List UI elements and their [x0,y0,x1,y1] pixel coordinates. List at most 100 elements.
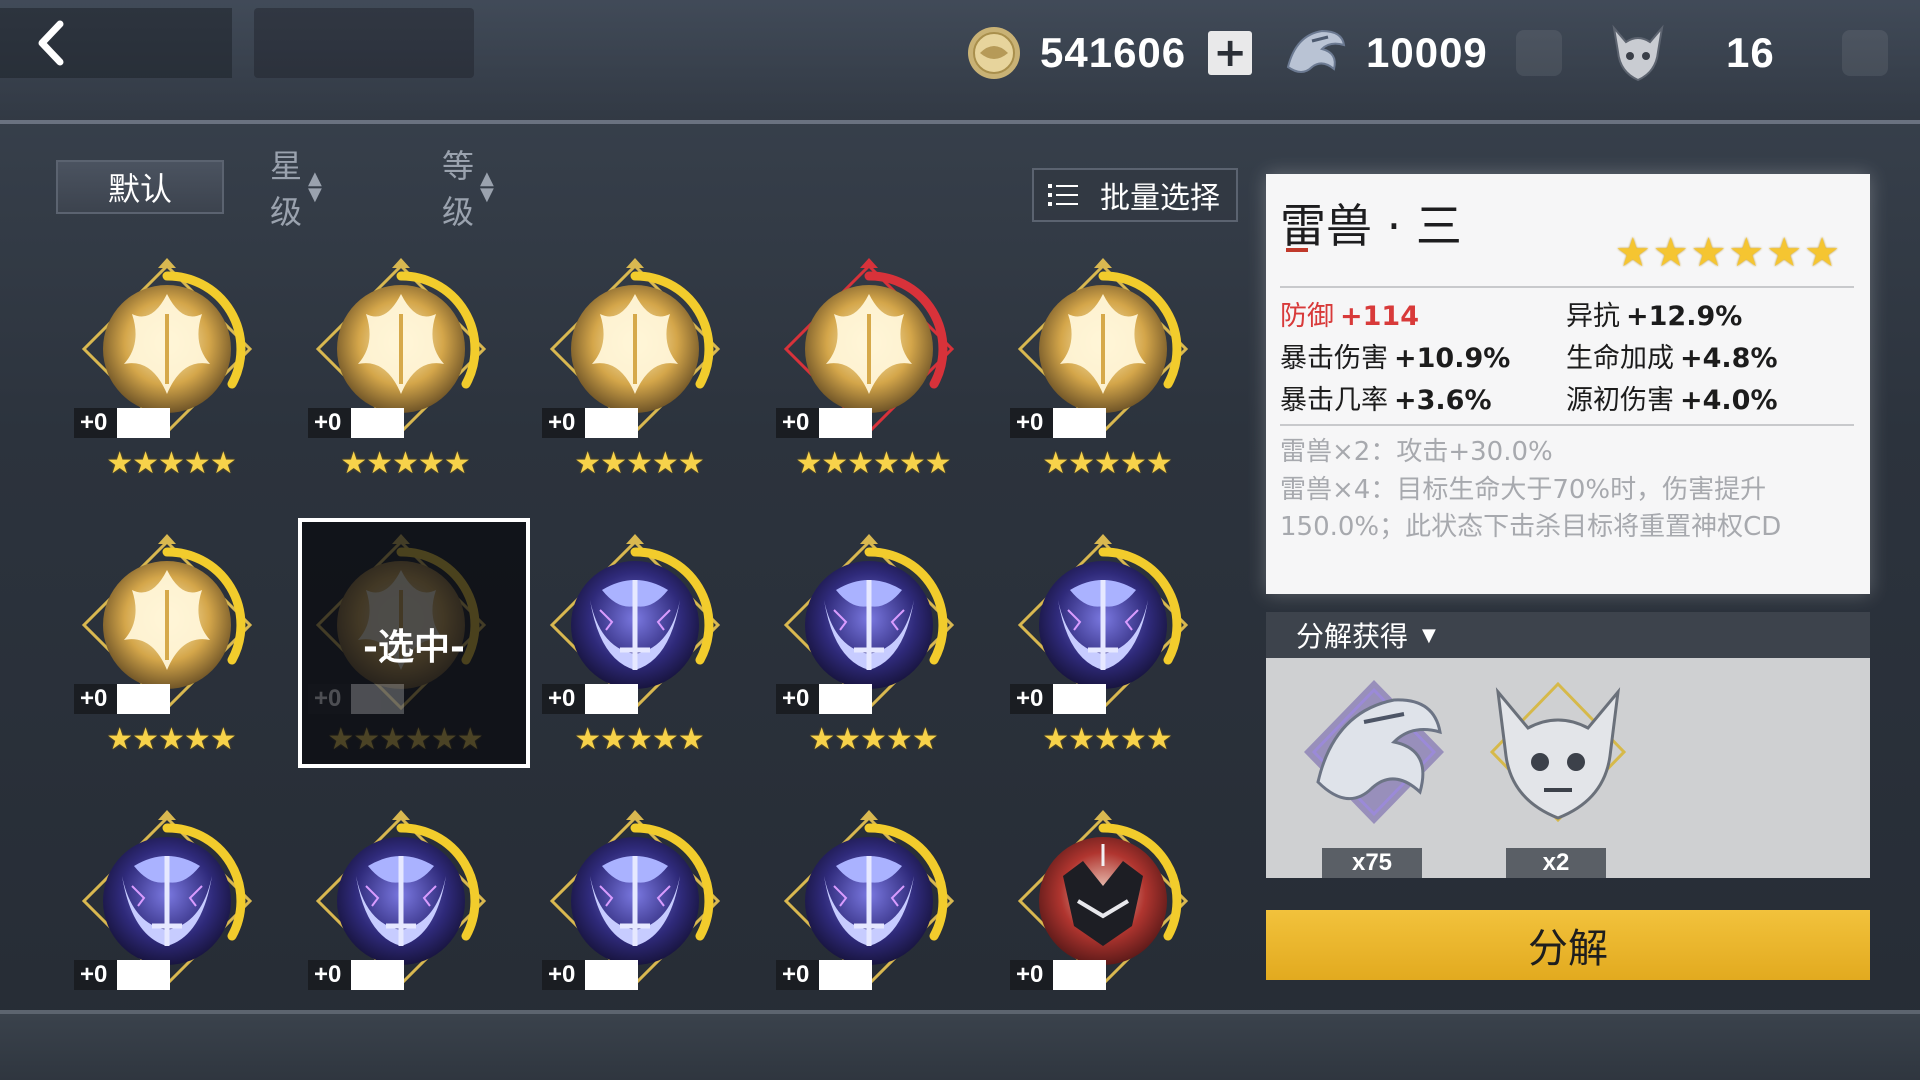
top-bar: 541606 + 10009 16 [0,0,1920,124]
enhance-level: +0 [542,684,638,714]
gear-slot[interactable]: +0 ★★★★★ [298,254,512,504]
enhance-level: +0 [1010,960,1106,990]
enhance-level: +0 [1010,684,1106,714]
enhance-level: +0 [74,684,170,714]
divider [1280,424,1854,426]
back-arrow-icon [38,20,64,66]
decompose-button-label: 分解 [1528,926,1608,972]
stat-label: 暴击几率 [1280,385,1388,416]
gear-slot[interactable]: +0 ★★★★★ [64,254,278,504]
gold-coin-icon [968,27,1020,79]
enhance-level: +0 [74,960,170,990]
reward-dragon: x75 [1294,672,1454,878]
enhance-level: +0 [776,408,872,438]
bottom-bar [0,1014,1920,1080]
dragon-icon [1304,680,1444,824]
stat-label: 源初伤害 [1566,385,1674,416]
stat-resist: 异抗 +12.9% [1566,294,1742,333]
item-stars: ★★★★★★ [1614,230,1842,276]
set-bonus-4: 雷兽×4：目标生命大于70%时，伤害提升150.0%；此状态下击杀目标将重置神权… [1280,475,1782,542]
sort-level-tab[interactable]: 等级 ▲ ▼ [442,147,494,231]
stat-defense: 防御 +114 [1280,294,1419,333]
star-rating: ★★★★★★ [795,446,951,481]
enhance-level: +0 [74,408,170,438]
enhance-level: +0 [776,960,872,990]
star-rating: ★★★★★ [340,446,470,481]
blurred-icon [1516,30,1562,76]
item-name: 雷兽 · 三 [1280,199,1462,253]
batch-select-label: 批量选择 [1100,181,1220,216]
gear-slot[interactable]: +0 ★★★★★★ [766,254,980,504]
star-rating: ★★★★★ [808,722,938,757]
blurred-title [254,8,474,78]
gear-slot[interactable]: +0 ★★★★★ [1000,254,1214,504]
star-rating: ★★★★★★ [327,722,483,757]
selected-label: -选中- [363,627,465,668]
sort-level-label: 等级 [442,147,475,231]
dragon-amount: 10009 [1366,29,1488,76]
star-rating: ★★★★★ [106,722,236,757]
gear-slot[interactable]: +0 ★★★★★ [1000,530,1214,780]
decompose-rewards: x75 x2 [1266,658,1870,878]
stat-value: +12.9% [1626,301,1743,332]
dragon-currency: 10009 [1282,20,1488,86]
name-accent-bar [1286,248,1308,252]
batch-select-button[interactable]: 批量选择 [1032,168,1238,222]
gold-currency: 541606 + [966,20,1253,86]
gear-slot-selected[interactable]: +0 ★★★★★★ -选中- [298,518,530,780]
star-rating: ★★★★★ [106,446,236,481]
enhance-level: +0 [308,684,404,714]
stat-crit-damage: 暴击伤害 +10.9% [1280,336,1510,375]
reward-count: x75 [1322,848,1422,878]
star-rating: ★★★★★ [1042,446,1172,481]
enhance-level: +0 [308,408,404,438]
add-gold-button[interactable]: + [1208,31,1253,75]
stat-value: +4.0% [1680,385,1778,416]
sort-default-label: 默认 [107,170,172,208]
back-button[interactable] [0,8,232,78]
star-rating: ★★★★★ [1042,722,1172,757]
stat-label: 暴击伤害 [1280,343,1388,374]
gear-slot[interactable]: +0 ★★★★★ [532,530,746,780]
stat-crit-rate: 暴击几率 +3.6% [1280,378,1492,417]
list-icon [1048,184,1078,206]
blurred-icon [1842,30,1888,76]
star-rating: ★★★★★ [574,722,704,757]
skull-amount: 16 [1726,29,1775,76]
decompose-header-label: 分解获得 [1296,620,1409,653]
stat-label: 生命加成 [1566,343,1674,374]
gear-slot[interactable]: +0 ★★★★★ [532,254,746,504]
item-detail-card: 雷兽 · 三 ★★★★★★ 防御 +114 异抗 +12.9% 暴击伤害 +10.9%… [1266,174,1870,594]
enhance-level: +0 [542,960,638,990]
stat-label: 防御 [1280,301,1334,332]
sort-star-label: 星级 [270,147,303,231]
stat-label: 异抗 [1566,301,1620,332]
stat-value: +4.8% [1680,343,1778,374]
dropdown-caret-icon: ▼ [1422,624,1436,646]
decompose-button[interactable]: 分解 [1266,910,1870,980]
stat-value: +10.9% [1394,343,1511,374]
star-rating: ★★★★★ [574,446,704,481]
enhance-level: +0 [776,684,872,714]
reward-count: x2 [1506,848,1606,878]
enhance-level: +0 [1010,408,1106,438]
decompose-rewards-header[interactable]: 分解获得 ▼ [1266,612,1870,658]
stat-hp-bonus: 生命加成 +4.8% [1566,336,1778,375]
sort-default-tab[interactable]: 默认 [56,160,224,214]
stat-value: +114 [1340,301,1419,332]
set-bonus-2: 雷兽×2：攻击+30.0% [1280,437,1553,467]
enhance-level: +0 [308,960,404,990]
dragon-icon [1286,29,1346,73]
divider [1280,286,1854,288]
inventory-panel: 默认 星级 ▲ ▼ 等级 ▲ ▼ 批量选择 +0 ★★★★★ +0 ★★★★★ … [0,124,1240,1014]
skull-icon [1612,24,1664,82]
sort-arrows-icon: ▲ ▼ [480,168,494,205]
skull-currency: 16 [1606,20,1775,86]
gear-slot[interactable]: +0 ★★★★★ [64,530,278,780]
gold-amount: 541606 [1040,29,1187,76]
sort-star-tab[interactable]: 星级 ▲ ▼ [270,147,322,231]
gear-slot[interactable]: +0 ★★★★★ [766,530,980,780]
skull-icon [1489,681,1627,823]
enhance-level: +0 [542,408,638,438]
reward-skull: x2 [1478,672,1638,878]
